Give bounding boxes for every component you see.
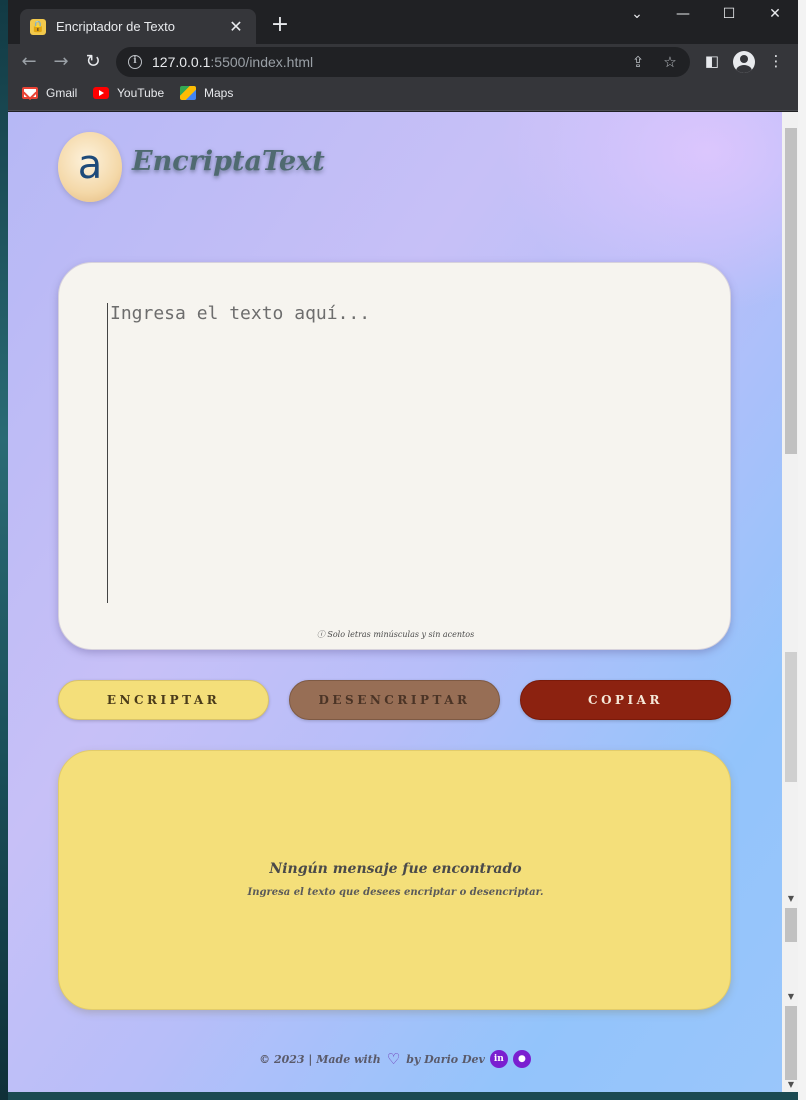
- output-card: Ningún mensaje fue encontrado Ingresa el…: [58, 750, 731, 1010]
- bookmark-label: YouTube: [117, 86, 165, 100]
- encrypt-button[interactable]: ENCRIPTAR: [58, 680, 269, 720]
- bookmark-youtube[interactable]: YouTube: [93, 86, 164, 100]
- decrypt-button[interactable]: DESENCRIPTAR: [289, 680, 500, 720]
- scroll-down-arrow-icon[interactable]: ▼: [785, 894, 797, 904]
- desktop-background: [0, 0, 8, 1100]
- scroll-thumb-quaternary[interactable]: [785, 1006, 797, 1080]
- forward-icon[interactable]: →: [48, 50, 74, 74]
- footer: © 2023 | Made with ♡ by Dario Dev in ●: [8, 1050, 782, 1068]
- tab-title: Encriptador de Texto: [56, 19, 175, 34]
- menu-icon[interactable]: ⋮: [766, 52, 786, 72]
- side-panel-icon[interactable]: ◧: [702, 52, 722, 72]
- youtube-icon: [93, 87, 109, 99]
- minimize-icon[interactable]: —: [668, 6, 698, 26]
- bookmark-gmail[interactable]: Gmail: [22, 86, 77, 100]
- star-icon[interactable]: ☆: [660, 53, 680, 71]
- brand-title: EncriptaText: [132, 146, 325, 177]
- profile-avatar[interactable]: [733, 51, 755, 73]
- share-icon[interactable]: ⇪: [628, 53, 648, 71]
- bookmarks-bar: Gmail YouTube Maps: [8, 80, 798, 111]
- reload-icon[interactable]: ↻: [80, 50, 106, 74]
- url-path: :5500/index.html: [210, 54, 314, 70]
- url-host: 127.0.0.1: [152, 54, 211, 70]
- scroll-down-arrow-icon[interactable]: ▼: [785, 1080, 797, 1090]
- linkedin-icon[interactable]: in: [489, 1050, 508, 1068]
- bookmark-label: Gmail: [46, 86, 78, 100]
- logo-letter: a: [77, 142, 103, 188]
- scroll-thumb[interactable]: [785, 128, 797, 454]
- output-title: Ningún mensaje fue encontrado: [269, 861, 522, 877]
- bookmark-label: Maps: [204, 86, 234, 100]
- browser-tab[interactable]: 🔒 Encriptador de Texto ✕: [20, 9, 256, 44]
- gmail-icon: [22, 87, 38, 99]
- scrollbar[interactable]: ▼ ▼ ▼: [782, 112, 798, 1092]
- new-tab-icon[interactable]: +: [267, 13, 293, 39]
- maximize-icon[interactable]: ☐: [714, 6, 744, 26]
- info-icon[interactable]: i: [128, 55, 142, 69]
- tab-bar: 🔒 Encriptador de Texto ✕ + ⌄ — ☐ ✕: [8, 0, 798, 44]
- heart-icon: ♡: [386, 1050, 401, 1068]
- scroll-thumb-tertiary[interactable]: [785, 908, 797, 942]
- github-icon[interactable]: ●: [512, 1050, 531, 1068]
- chevron-down-icon[interactable]: ⌄: [622, 6, 652, 26]
- lock-icon: 🔒: [30, 18, 46, 35]
- close-tab-icon[interactable]: ✕: [226, 17, 246, 36]
- input-card: ⓘ Solo letras minúsculas y sin acentos: [58, 262, 731, 650]
- bookmark-maps[interactable]: Maps: [180, 86, 233, 100]
- address-toolbar: ← → ↻ i 127.0.0.1:5500/index.html ⇪ ☆ ◧ …: [8, 44, 798, 80]
- output-subtitle: Ingresa el texto que desees encriptar o …: [247, 887, 544, 898]
- footer-prefix: © 2023 | Made with: [259, 1052, 381, 1066]
- browser-window: 🔒 Encriptador de Texto ✕ + ⌄ — ☐ ✕ ← → ↻…: [8, 0, 798, 1092]
- close-window-icon[interactable]: ✕: [760, 6, 790, 26]
- address-bar[interactable]: i 127.0.0.1:5500/index.html ⇪ ☆: [116, 47, 690, 77]
- desktop-background-right: [798, 0, 806, 1100]
- page-viewport: a EncriptaText ⓘ Solo letras minúsculas …: [8, 112, 798, 1092]
- input-hint: ⓘ Solo letras minúsculas y sin acentos: [316, 630, 475, 639]
- text-input[interactable]: [107, 303, 687, 603]
- back-icon[interactable]: ←: [16, 50, 42, 74]
- scroll-down-arrow-icon[interactable]: ▼: [785, 992, 797, 1002]
- footer-suffix: by Dario Dev: [406, 1052, 485, 1066]
- scroll-thumb-secondary[interactable]: [785, 652, 797, 782]
- logo: a: [58, 132, 122, 202]
- maps-icon: [180, 86, 196, 100]
- copy-button[interactable]: COPIAR: [520, 680, 731, 720]
